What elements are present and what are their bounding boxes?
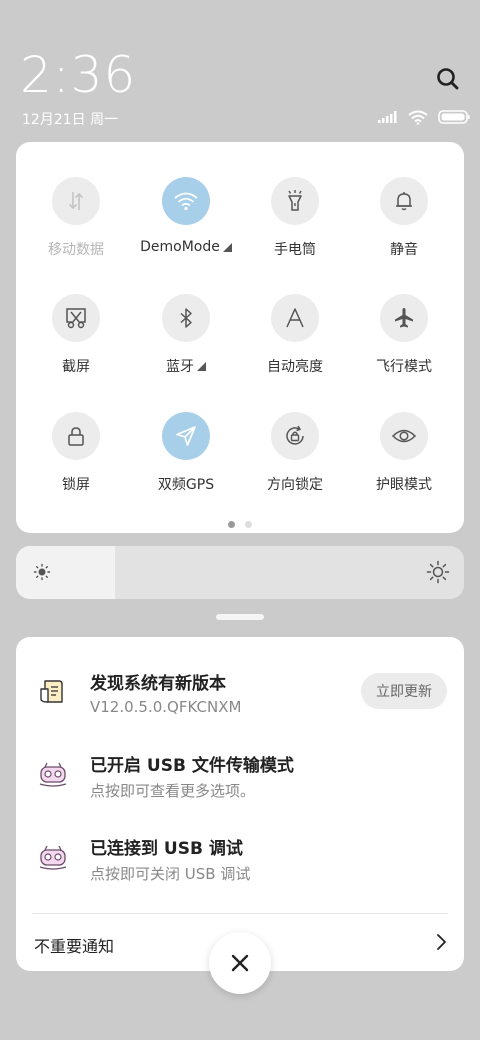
page-indicator bbox=[16, 521, 464, 528]
tile-lock-screen[interactable]: 锁屏 bbox=[21, 412, 131, 512]
notification-panel: 发现系统有新版本 V12.0.5.0.QFKCNXM 立即更新 已开启 USB … bbox=[16, 637, 464, 971]
usb-app-icon bbox=[39, 762, 67, 787]
bell-icon bbox=[396, 192, 412, 211]
tile-auto-brightness[interactable]: 自动亮度 bbox=[240, 294, 350, 394]
tile-rotation-lock[interactable]: 方向锁定 bbox=[240, 412, 350, 512]
tile-label: 蓝牙 bbox=[166, 359, 194, 375]
notification-title: 发现系统有新版本 bbox=[90, 674, 226, 694]
expand-triangle-icon bbox=[222, 242, 232, 252]
divider bbox=[32, 913, 448, 914]
page-dot[interactable] bbox=[245, 521, 252, 528]
wifi-icon bbox=[408, 110, 428, 125]
tile-label: DemoMode bbox=[140, 239, 220, 255]
tile-label: 手电筒 bbox=[274, 242, 316, 258]
cellular-signal-icon bbox=[378, 111, 397, 123]
battery-icon bbox=[438, 110, 470, 124]
auto-brightness-icon bbox=[286, 308, 304, 328]
tile-airplane[interactable]: 飞行模式 bbox=[349, 294, 459, 394]
brightness-fill bbox=[16, 546, 115, 599]
brightness-slider[interactable] bbox=[16, 546, 464, 599]
tile-flashlight[interactable]: 手电筒 bbox=[240, 177, 350, 277]
tile-label: 静音 bbox=[390, 242, 418, 258]
system-update-icon bbox=[40, 680, 63, 703]
rotation-lock-icon bbox=[286, 425, 304, 445]
tile-mobile-data[interactable]: 移动数据 bbox=[21, 177, 131, 277]
notification-title: 已连接到 USB 调试 bbox=[90, 839, 243, 859]
notification-body: V12.0.5.0.QFKCNXM bbox=[90, 698, 242, 716]
tile-bluetooth[interactable]: 蓝牙 bbox=[131, 294, 241, 394]
tile-screenshot[interactable]: 截屏 bbox=[21, 294, 131, 394]
usb-app-icon bbox=[39, 845, 67, 870]
lock-icon bbox=[68, 427, 84, 446]
tile-label: 自动亮度 bbox=[267, 359, 323, 375]
tile-label: 双频GPS bbox=[157, 477, 215, 493]
brightness-high-icon bbox=[426, 560, 450, 584]
update-now-button[interactable]: 立即更新 bbox=[361, 673, 447, 709]
tile-dual-gps[interactable]: 双频GPS bbox=[131, 412, 241, 512]
status-bar-icons bbox=[378, 109, 470, 125]
tile-label: 移动数据 bbox=[48, 242, 104, 258]
notification-usb-transfer[interactable]: 已开启 USB 文件传输模式 点按即可查看更多选项。 bbox=[16, 751, 464, 811]
drag-handle[interactable] bbox=[216, 614, 264, 620]
brightness-low-icon bbox=[33, 563, 51, 581]
tile-label: 方向锁定 bbox=[267, 477, 323, 493]
screenshot-icon bbox=[66, 308, 86, 329]
tile-silent[interactable]: 静音 bbox=[349, 177, 459, 277]
location-arrow-icon bbox=[176, 426, 196, 446]
clock-time: 2:36 bbox=[20, 46, 137, 104]
notification-title: 已开启 USB 文件传输模式 bbox=[90, 756, 294, 776]
mobile-data-icon bbox=[68, 192, 84, 210]
flashlight-icon bbox=[288, 190, 302, 211]
bluetooth-icon bbox=[180, 308, 192, 328]
notification-system-update[interactable]: 发现系统有新版本 V12.0.5.0.QFKCNXM 立即更新 bbox=[16, 669, 464, 729]
date-label: 12月21日 周一 bbox=[22, 112, 119, 128]
close-icon bbox=[231, 954, 249, 972]
expand-triangle-icon bbox=[197, 361, 206, 371]
tile-wifi[interactable]: DemoMode bbox=[131, 177, 241, 277]
eye-icon bbox=[391, 429, 417, 443]
page-dot-active[interactable] bbox=[228, 521, 235, 528]
tile-eye-care[interactable]: 护眼模式 bbox=[349, 412, 459, 512]
notification-body: 点按即可关闭 USB 调试 bbox=[90, 865, 251, 883]
tile-label: 飞行模式 bbox=[376, 359, 432, 375]
clear-all-button[interactable] bbox=[209, 932, 271, 994]
notification-body: 点按即可查看更多选项。 bbox=[90, 782, 256, 800]
tile-label: 护眼模式 bbox=[376, 477, 432, 493]
chevron-right-icon[interactable] bbox=[434, 933, 448, 951]
wifi-icon bbox=[174, 192, 198, 211]
tile-label: 锁屏 bbox=[62, 477, 90, 493]
search-button[interactable] bbox=[432, 64, 464, 96]
quick-settings-panel: 移动数据 DemoMode 手电筒 静音 截屏 蓝牙 自动亮度 飞行模式 锁屏 … bbox=[16, 142, 464, 533]
notification-usb-debugging[interactable]: 已连接到 USB 调试 点按即可关闭 USB 调试 bbox=[16, 834, 464, 894]
search-icon bbox=[437, 68, 459, 90]
unimportant-notifications-link[interactable]: 不重要通知 bbox=[34, 933, 114, 957]
airplane-icon bbox=[395, 308, 413, 328]
tile-label: 截屏 bbox=[62, 359, 90, 375]
